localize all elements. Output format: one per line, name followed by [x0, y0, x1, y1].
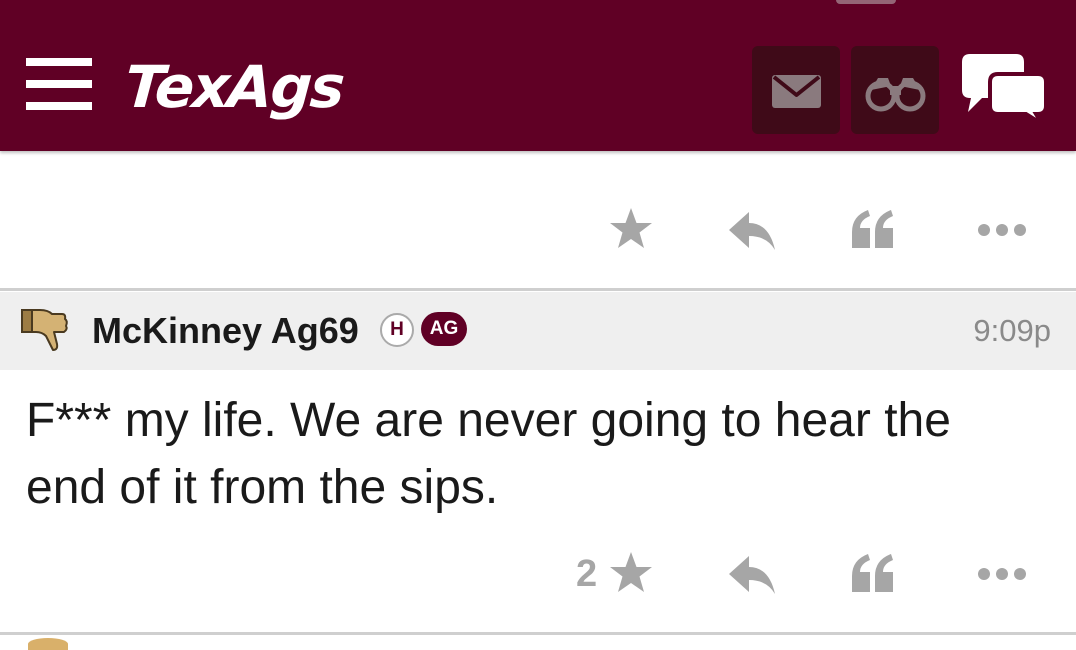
post-header: McKinney Ag69 H AG 9:09p [0, 292, 1076, 370]
envelope-icon [772, 75, 821, 108]
notification-indicator [836, 0, 896, 4]
ag-badge: AG [421, 312, 467, 346]
binoculars-icon [865, 78, 926, 112]
post-time: 9:09p [973, 313, 1051, 348]
post-username[interactable]: McKinney Ag69 [92, 292, 359, 370]
quote-icon[interactable] [850, 544, 896, 604]
reply-icon[interactable] [727, 544, 777, 604]
watch-button[interactable] [851, 46, 939, 134]
h-badge: H [380, 313, 414, 347]
post-actions: 2 [0, 544, 1076, 604]
chat-button[interactable] [958, 52, 1050, 126]
star-icon[interactable] [607, 200, 655, 260]
quote-icon[interactable] [850, 200, 896, 260]
post-body: F*** my life. We are never going to hear… [26, 394, 951, 514]
more-icon[interactable] [976, 544, 1028, 604]
texags-logo[interactable]: TexAgs [123, 52, 346, 122]
post-divider [0, 288, 1076, 291]
thumbs-down-icon [21, 309, 68, 351]
star-icon[interactable] [607, 544, 655, 604]
top-navigation-bar: TexAgs [0, 0, 1076, 151]
more-icon[interactable] [976, 200, 1028, 260]
reply-icon[interactable] [727, 200, 777, 260]
previous-post-actions [0, 200, 1076, 260]
next-post-avatar [28, 638, 68, 650]
post-divider [0, 632, 1076, 635]
chat-bubbles-icon [962, 54, 1048, 126]
hamburger-menu-icon[interactable] [26, 58, 92, 110]
messages-button[interactable] [752, 46, 840, 134]
star-count: 2 [576, 553, 598, 595]
